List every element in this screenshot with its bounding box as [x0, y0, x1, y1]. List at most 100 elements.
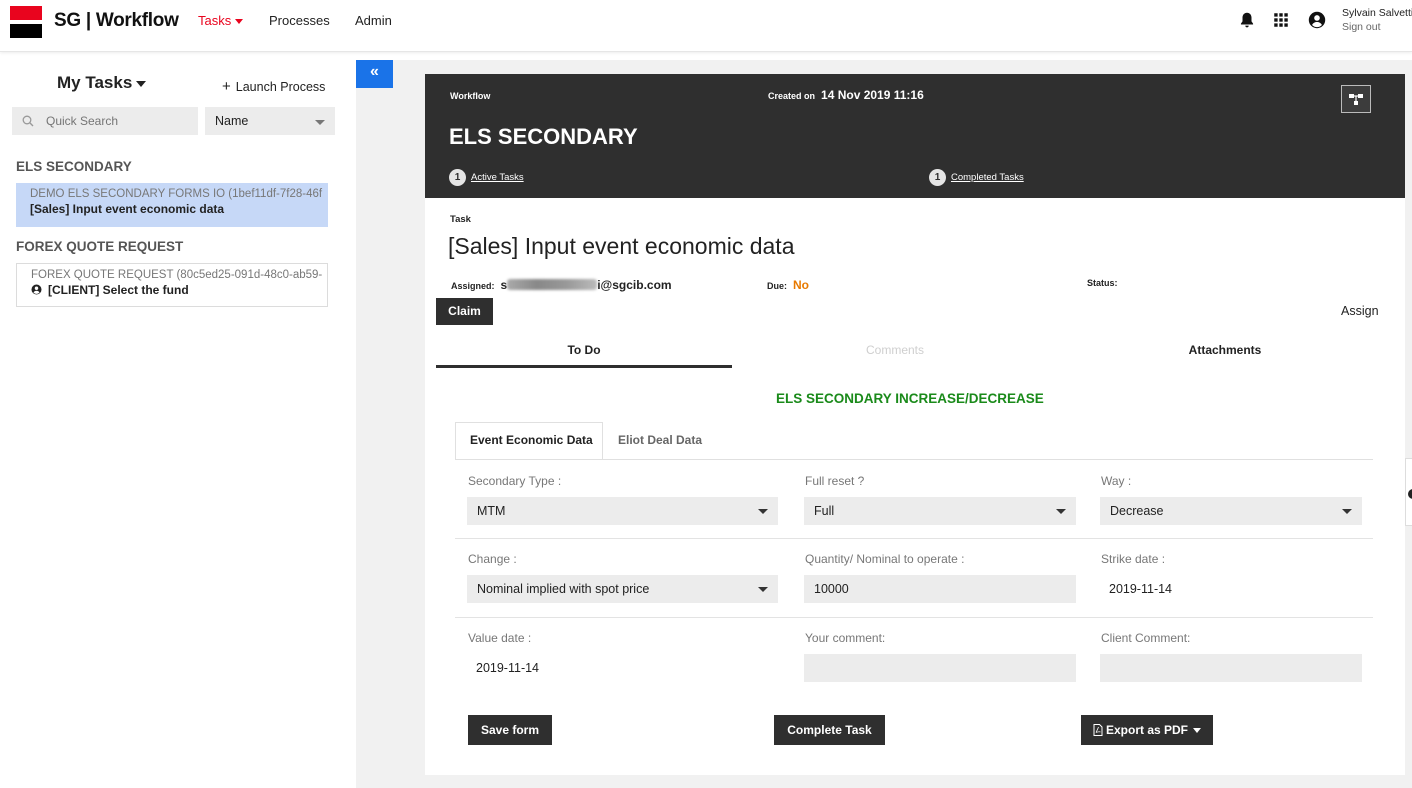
value-date-value: 2019-11-14	[476, 661, 540, 675]
secondary-type-value: MTM	[477, 504, 506, 518]
my-tasks-title: My Tasks	[57, 73, 133, 92]
chevron-down-icon	[1193, 728, 1202, 734]
created-on: Created on 14 Nov 2019 11:16	[768, 88, 924, 102]
chevron-down-icon	[758, 587, 768, 592]
way-label: Way :	[1101, 474, 1132, 488]
apps-grid-icon[interactable]	[1272, 11, 1290, 29]
chevron-down-icon	[758, 509, 768, 514]
launch-process-label: Launch Process	[235, 80, 326, 94]
subtab-eliot-deal-data[interactable]: Eliot Deal Data	[618, 433, 702, 447]
side-drawer-handle[interactable]	[1405, 458, 1412, 526]
form-title: ELS SECONDARY INCREASE/DECREASE	[776, 391, 1044, 406]
active-tasks-count: 1	[449, 169, 466, 186]
due-label: Due:	[767, 281, 787, 291]
workflow-title: ELS SECONDARY	[449, 124, 638, 149]
strike-date-label: Strike date :	[1101, 552, 1166, 566]
status-label: Status:	[1087, 278, 1118, 288]
nav-admin[interactable]: Admin	[355, 13, 392, 28]
task-process-id: DEMO ELS SECONDARY FORMS IO (1bef11df-7f…	[30, 188, 323, 200]
assigned-email: s i@sgcib.com	[501, 278, 672, 292]
your-comment-input[interactable]	[804, 654, 1076, 682]
completed-tasks-count: 1	[929, 169, 946, 186]
full-reset-label: Full reset ?	[805, 474, 865, 488]
assign-link[interactable]: Assign	[1341, 304, 1379, 318]
task-name-row: [CLIENT] Select the fund	[31, 283, 327, 297]
app-brand[interactable]: SG | Workflow	[54, 10, 179, 32]
workflow-label: Workflow	[450, 91, 491, 101]
double-chevron-left-icon: «	[370, 63, 379, 80]
strike-date-value: 2019-11-14	[1109, 582, 1173, 596]
task-group-title: FOREX QUOTE REQUEST	[16, 239, 184, 254]
form-row-divider	[455, 538, 1373, 539]
due-value: No	[793, 278, 809, 292]
chevron-down-icon	[1056, 509, 1066, 514]
your-comment-label: Your comment:	[805, 631, 886, 645]
launch-process-button[interactable]: + Launch Process	[222, 78, 325, 95]
active-tasks-label: Active Tasks	[471, 172, 524, 183]
sort-select[interactable]: Name	[205, 107, 335, 135]
active-tasks-link[interactable]: 1 Active Tasks	[449, 169, 524, 186]
quick-search-input[interactable]	[12, 107, 198, 135]
tab-comments[interactable]: Comments	[745, 343, 1045, 357]
plus-icon: +	[222, 78, 231, 95]
way-value: Decrease	[1110, 504, 1164, 518]
collapse-sidebar-button[interactable]: «	[356, 60, 393, 88]
completed-tasks-label: Completed Tasks	[951, 172, 1024, 183]
user-circle-icon	[31, 284, 42, 295]
assigned-info: Assigned: s i@sgcib.com	[451, 278, 672, 292]
task-list-item[interactable]: FOREX QUOTE REQUEST (80c5ed25-091d-48c0-…	[16, 263, 328, 307]
sg-logo-icon[interactable]	[10, 6, 42, 38]
bell-icon[interactable]	[1238, 11, 1256, 29]
form-row-divider	[455, 617, 1373, 618]
quantity-input[interactable]: 10000	[804, 575, 1076, 603]
nav-tasks-menu[interactable]: Tasks	[198, 13, 244, 28]
my-tasks-dropdown[interactable]: My Tasks	[57, 73, 147, 93]
diagram-icon	[1349, 94, 1363, 105]
redacted-blur	[507, 279, 598, 290]
assigned-label: Assigned:	[451, 281, 495, 291]
assigned-email-prefix: s	[500, 278, 508, 292]
nav-tasks-label: Tasks	[198, 13, 232, 28]
assigned-email-suffix: i@sgcib.com	[597, 278, 672, 292]
change-label: Change :	[468, 552, 517, 566]
save-form-button[interactable]: Save form	[468, 715, 552, 745]
chevron-down-icon	[235, 19, 244, 25]
sign-out-link[interactable]: Sign out	[1342, 21, 1381, 33]
change-select[interactable]: Nominal implied with spot price	[467, 575, 778, 603]
user-circle-icon[interactable]	[1308, 11, 1326, 29]
chevron-down-icon	[315, 120, 325, 125]
quantity-value: 10000	[814, 582, 849, 596]
subtab-economic-data[interactable]: Event Economic Data	[470, 433, 593, 447]
pdf-file-icon	[1093, 724, 1103, 736]
completed-tasks-link[interactable]: 1 Completed Tasks	[929, 169, 1024, 186]
created-value: 14 Nov 2019 11:16	[821, 88, 924, 102]
task-group-title: ELS SECONDARY	[16, 159, 132, 174]
export-pdf-button[interactable]: Export as PDF	[1081, 715, 1213, 745]
secondary-type-select[interactable]: MTM	[467, 497, 778, 525]
search-icon	[22, 115, 34, 127]
export-pdf-label: Export as PDF	[1105, 723, 1189, 737]
workflow-header: Workflow Created on 14 Nov 2019 11:16 ELS…	[425, 74, 1405, 198]
nav-processes[interactable]: Processes	[269, 13, 330, 28]
process-diagram-button[interactable]	[1341, 85, 1371, 113]
task-name: [CLIENT] Select the fund	[48, 283, 189, 297]
tab-todo[interactable]: To Do	[436, 343, 732, 357]
full-reset-select[interactable]: Full	[804, 497, 1076, 525]
sort-select-value: Name	[215, 114, 249, 128]
task-name: [Sales] Input event economic data	[30, 202, 225, 216]
tab-attachments[interactable]: Attachments	[1075, 343, 1375, 357]
task-process-id: FOREX QUOTE REQUEST (80c5ed25-091d-48c0-…	[31, 269, 323, 281]
way-select[interactable]: Decrease	[1100, 497, 1362, 525]
complete-task-button[interactable]: Complete Task	[774, 715, 885, 745]
value-date-label: Value date :	[468, 631, 532, 645]
client-comment-label: Client Comment:	[1101, 631, 1191, 645]
created-label: Created on	[768, 91, 816, 101]
active-tab-indicator	[436, 365, 732, 368]
user-name: Sylvain Salvetti	[1342, 7, 1412, 19]
subtab-divider	[455, 459, 1373, 460]
client-comment-input[interactable]	[1100, 654, 1362, 682]
quantity-label: Quantity/ Nominal to operate :	[805, 552, 965, 566]
full-reset-value: Full	[814, 504, 835, 518]
claim-button[interactable]: Claim	[436, 298, 493, 325]
task-list-item[interactable]: DEMO ELS SECONDARY FORMS IO (1bef11df-7f…	[16, 183, 328, 227]
